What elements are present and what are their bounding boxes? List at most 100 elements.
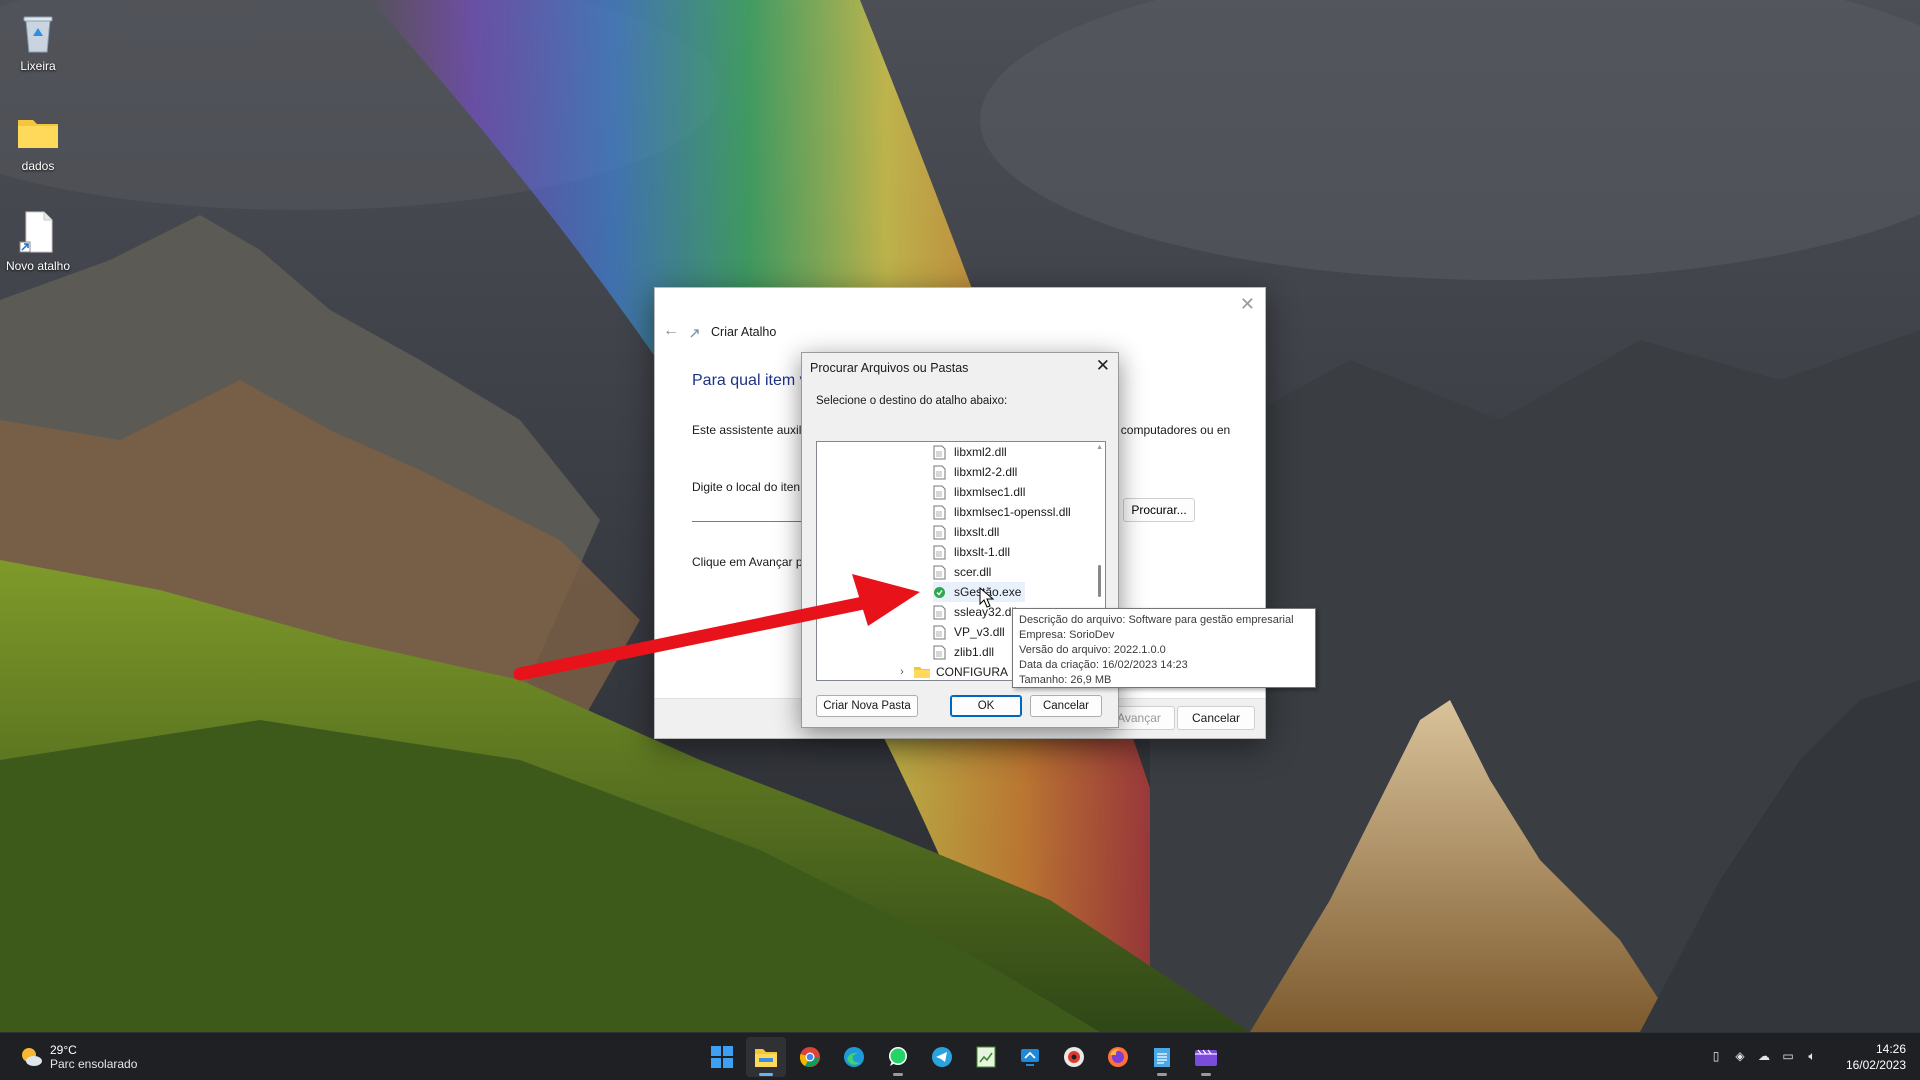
file-name: libxmlsec1-openssl.dll — [954, 505, 1071, 519]
wizard-cancel-button[interactable]: Cancelar — [1177, 706, 1255, 730]
file-name: zlib1.dll — [954, 645, 995, 659]
dll-file-icon — [933, 445, 946, 459]
tree-folder-item[interactable]: › CONFIGURA — [895, 662, 1012, 680]
start-button[interactable] — [702, 1037, 742, 1077]
desktop-icon-recycle-bin[interactable]: Lixeira — [2, 8, 74, 73]
taskbar: 29°C Parc ensolarado ▯ ◈ ☁ ▭ 🔈︎ 14:26 16… — [0, 1032, 1920, 1080]
dll-file-icon — [933, 485, 946, 499]
scrollbar-thumb[interactable] — [1098, 565, 1101, 597]
weather-widget[interactable]: 29°C Parc ensolarado — [18, 1043, 137, 1071]
dll-file-icon — [933, 625, 946, 639]
weather-condition: Parc ensolarado — [50, 1057, 138, 1071]
clock-date: 16/02/2023 — [1845, 1058, 1906, 1072]
browse-button[interactable]: Procurar... — [1123, 498, 1195, 522]
taskbar-record-app[interactable] — [1054, 1037, 1094, 1077]
taskbar-remote-app[interactable] — [1010, 1037, 1050, 1077]
file-name: libxslt.dll — [954, 525, 1000, 539]
tree-item[interactable]: libxml2.dll — [933, 442, 1011, 462]
clock-time: 14:26 — [1875, 1042, 1906, 1056]
dialog-close-icon[interactable]: ✕ — [1096, 356, 1110, 376]
dll-file-icon — [933, 545, 946, 559]
windows-start-icon — [711, 1046, 733, 1068]
whatsapp-icon — [889, 1047, 907, 1066]
dll-file-icon — [933, 465, 946, 479]
exe-app-icon — [934, 586, 945, 598]
tree-item[interactable]: libxmlsec1-openssl.dll — [933, 502, 1075, 522]
scroll-up-icon[interactable]: ▲ — [1096, 444, 1103, 451]
shortcut-icon — [689, 327, 701, 339]
wizard-close-icon[interactable]: ✕ — [1240, 294, 1255, 315]
file-name: scer.dll — [954, 565, 992, 579]
taskbar-whatsapp[interactable] — [878, 1037, 918, 1077]
cloud-icon[interactable]: ☁ — [1755, 1049, 1773, 1065]
taskbar-clock[interactable]: 14:26 16/02/2023 — [1846, 1041, 1906, 1073]
tree-item-selected[interactable]: sGestão.exe — [933, 582, 1026, 602]
dialog-cancel-button[interactable]: Cancelar — [1030, 695, 1102, 717]
folder-icon — [914, 667, 930, 678]
taskbar-edge[interactable] — [834, 1037, 874, 1077]
remote-app-icon — [1021, 1049, 1039, 1066]
chevron-right-icon[interactable]: › — [895, 666, 909, 678]
folder-icon — [14, 108, 62, 156]
dll-file-icon — [933, 605, 946, 619]
taskbar-firefox[interactable] — [1098, 1037, 1138, 1077]
shortcut-file-icon — [14, 208, 62, 256]
file-info-tooltip: Descrição do arquivo: Software para gest… — [1012, 608, 1316, 688]
back-arrow-icon[interactable]: ← — [663, 322, 679, 340]
file-name: sGestão.exe — [954, 585, 1022, 599]
usb-icon[interactable]: ▯ — [1707, 1049, 1725, 1065]
taskbar-chrome[interactable] — [790, 1037, 830, 1077]
tree-item[interactable]: scer.dll — [933, 562, 995, 582]
tree-item[interactable]: libxslt.dll — [933, 522, 1003, 542]
tree-item[interactable]: libxml2-2.dll — [933, 462, 1021, 482]
taskbar-spreadsheet[interactable] — [966, 1037, 1006, 1077]
taskbar-file-explorer[interactable] — [746, 1037, 786, 1077]
next-hint-text: Clique em Avançar p — [692, 555, 803, 569]
tooltip-line: Tamanho: 26,9 MB — [1019, 674, 1112, 686]
desktop-icon-label: Lixeira — [20, 59, 56, 73]
new-folder-button[interactable]: Criar Nova Pasta — [816, 695, 918, 717]
telegram-icon — [932, 1047, 952, 1067]
tooltip-line: Data da criação: 16/02/2023 14:23 — [1019, 659, 1188, 671]
taskbar-telegram[interactable] — [922, 1037, 962, 1077]
firefox-icon — [1108, 1047, 1128, 1067]
running-indicator — [893, 1073, 903, 1076]
shield-icon[interactable]: ◈ — [1731, 1049, 1749, 1065]
notepad-icon — [1154, 1048, 1170, 1067]
desktop-icon-label: dados — [21, 159, 55, 173]
recycle-bin-icon — [14, 8, 62, 56]
tree-item[interactable]: ssleay32.dll — [933, 602, 1021, 622]
taskbar-notepad[interactable] — [1142, 1037, 1182, 1077]
file-name: ssleay32.dll — [954, 605, 1017, 619]
tree-item[interactable]: VP_v3.dll — [933, 622, 1009, 642]
tooltip-line: Descrição do arquivo: Software para gest… — [1019, 614, 1294, 626]
dll-file-icon — [933, 525, 946, 539]
desktop-icon-novo-atalho[interactable]: Novo atalho — [2, 208, 74, 273]
ok-button[interactable]: OK — [950, 695, 1022, 717]
tooltip-line: Empresa: SorioDev — [1019, 629, 1115, 641]
location-label: Digite o local do iten — [692, 480, 801, 494]
active-indicator — [759, 1073, 773, 1076]
dialog-title: Procurar Arquivos ou Pastas — [810, 361, 969, 375]
spreadsheet-icon — [976, 1046, 996, 1068]
system-tray: ▯ ◈ ☁ ▭ 🔈︎ — [1704, 1049, 1824, 1065]
file-name: VP_v3.dll — [954, 625, 1005, 639]
tree-item[interactable]: zlib1.dll — [933, 642, 998, 662]
desktop-icon-dados[interactable]: dados — [2, 108, 74, 173]
network-icon[interactable]: ▭ — [1779, 1049, 1797, 1065]
running-indicator — [1157, 1073, 1167, 1076]
taskbar-video-editor[interactable] — [1186, 1037, 1226, 1077]
folder-name: CONFIGURA — [936, 665, 1008, 679]
dll-file-icon — [933, 645, 946, 659]
edge-icon — [844, 1047, 864, 1067]
file-name: libxml2-2.dll — [954, 465, 1018, 479]
volume-icon[interactable]: 🔈︎ — [1803, 1049, 1821, 1065]
tooltip-line: Versão do arquivo: 2022.1.0.0 — [1019, 644, 1166, 656]
taskbar-apps — [700, 1033, 1228, 1080]
wizard-title: Criar Atalho — [711, 325, 777, 339]
tree-item[interactable]: libxmlsec1.dll — [933, 482, 1029, 502]
file-name: libxml2.dll — [954, 445, 1007, 459]
dll-file-icon — [933, 565, 946, 579]
file-name: libxslt-1.dll — [954, 545, 1011, 559]
tree-item[interactable]: libxslt-1.dll — [933, 542, 1014, 562]
